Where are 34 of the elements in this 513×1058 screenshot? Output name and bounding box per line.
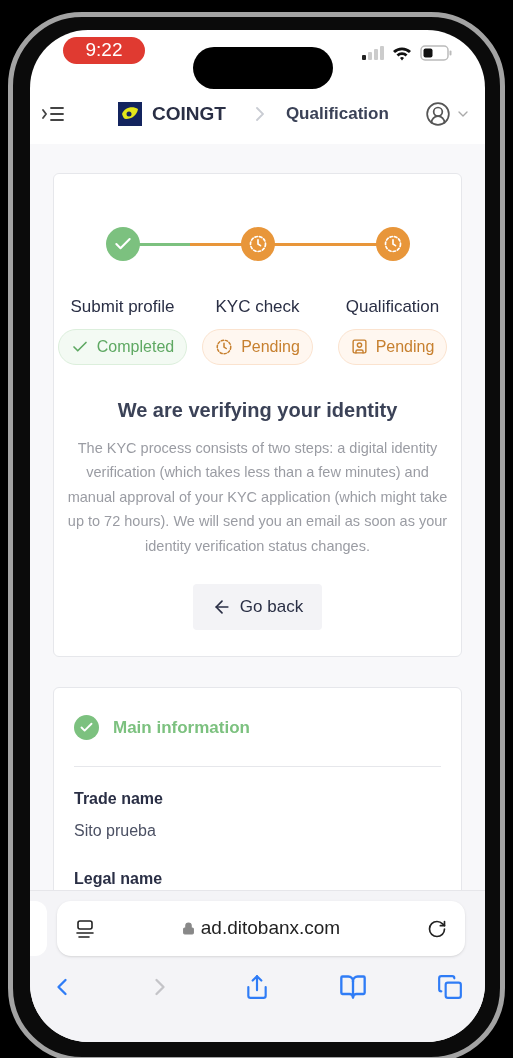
reload-icon xyxy=(427,918,447,939)
user-icon xyxy=(425,101,451,127)
menu-icon[interactable] xyxy=(42,106,64,122)
id-badge-icon xyxy=(350,338,368,355)
clock-icon xyxy=(247,234,268,254)
logo-icon xyxy=(118,102,142,126)
time-pill: 9:22 xyxy=(63,37,145,64)
badge-label: Completed xyxy=(96,336,175,357)
go-back-button[interactable]: Go back xyxy=(193,584,322,630)
url-text: ad.ditobanx.com xyxy=(200,916,341,941)
field-label: Legal name xyxy=(74,868,164,889)
reader-icon xyxy=(75,918,95,939)
clock-icon xyxy=(215,337,234,356)
lock-icon xyxy=(181,922,195,935)
signal-icon xyxy=(362,46,384,60)
brand-name: COINGT xyxy=(152,101,226,126)
verification-description: The KYC process consists of two steps: a digital identity verification (which takes less than a few minutes) and manual approval of your KYC application (which might take up to 72 hours). We will send you an email as soon as your identity verification status changes. xyxy=(66,438,449,556)
field-label: Trade name xyxy=(74,788,164,809)
bookmarks-icon[interactable] xyxy=(339,973,368,1001)
step-label: KYC check xyxy=(215,296,300,318)
verification-title: We are verifying your identity xyxy=(116,397,399,423)
section-title: Main information xyxy=(113,717,250,739)
badge-label: Pending xyxy=(375,336,435,357)
step-label: Qualification xyxy=(345,296,440,318)
step-label: Submit profile xyxy=(70,296,175,318)
address-bar[interactable]: ad.ditobanx.com xyxy=(57,901,465,956)
clock-icon xyxy=(382,234,403,254)
battery-icon xyxy=(420,45,452,61)
badge-label: Pending xyxy=(241,336,300,357)
breadcrumb-current: Qualification xyxy=(285,103,389,126)
tabs-icon[interactable] xyxy=(437,974,463,1000)
wifi-icon xyxy=(392,45,412,61)
chevron-right-icon xyxy=(255,107,264,121)
field-value: Sito prueba xyxy=(74,820,157,841)
